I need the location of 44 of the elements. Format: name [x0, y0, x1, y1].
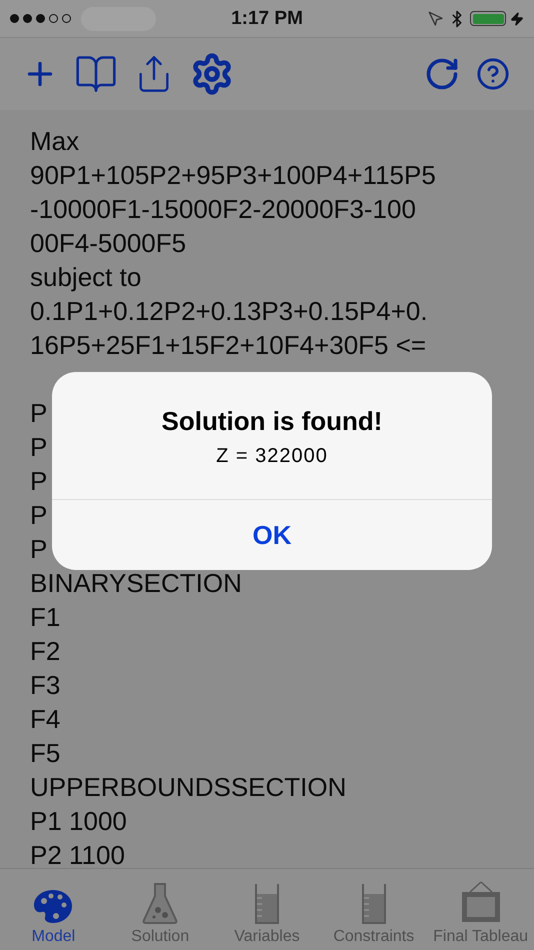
settings-button[interactable] [190, 52, 234, 96]
help-button[interactable] [476, 57, 510, 91]
model-text-line: 00F4-5000F5 [30, 227, 186, 260]
model-text-line: Max [30, 125, 80, 158]
model-text-line: P [30, 431, 48, 464]
model-text-line: P2 1100 [30, 839, 125, 868]
location-icon [428, 10, 444, 26]
model-text-line: 90P1+105P2+95P3+100P4+115P5 [30, 159, 436, 192]
palette-icon [32, 888, 74, 924]
signal-dot-icon [10, 14, 19, 23]
model-text-line: 0.1P1+0.12P2+0.13P3+0.15P4+0. [30, 295, 428, 328]
charging-icon [510, 12, 524, 26]
tab-button[interactable]: Model [0, 869, 107, 950]
model-text-line: subject to [30, 261, 142, 294]
alert-title: Solution is found! [162, 406, 382, 437]
model-text-line: F5 [30, 737, 60, 770]
signal-dot-icon [62, 14, 71, 23]
ok-button[interactable]: OK [52, 500, 492, 570]
signal-dot-icon [49, 14, 58, 23]
model-text-line: BINARYSECTION [30, 567, 242, 600]
model-text-line: UPPERBOUNDSSECTION [30, 771, 346, 804]
framed-picture-icon [460, 880, 502, 924]
flask-icon [142, 882, 178, 924]
model-text-line: -10000F1-15000F2-20000F3-100 [30, 193, 416, 226]
refresh-button[interactable] [424, 56, 460, 92]
tab-button[interactable]: Final Tableau [427, 869, 534, 950]
tab-button[interactable]: Solution [106, 869, 214, 950]
model-text-line: F3 [30, 669, 60, 702]
signal-dot-icon [23, 14, 32, 23]
model-text-line: P1 1000 [30, 805, 127, 838]
signal-dot-icon [36, 14, 45, 23]
status-time: 1:17 PM [231, 8, 303, 30]
model-text-line: P [30, 499, 48, 532]
model-text-line: F2 [30, 635, 60, 668]
tab-button[interactable]: Constraints [320, 869, 428, 950]
model-text-line: P [30, 465, 48, 498]
model-text-line: F4 [30, 703, 60, 736]
model-text-line: F1 [30, 601, 60, 634]
battery-icon [470, 11, 506, 26]
model-text-line: P [30, 397, 48, 430]
tab-button[interactable]: Variables [214, 869, 320, 950]
model-text-line: 16P5+25F1+15F2+10F4+30F5 <= [30, 329, 426, 362]
model-text-line: P [30, 533, 48, 566]
alert-message: Z = 322000 [216, 445, 328, 468]
